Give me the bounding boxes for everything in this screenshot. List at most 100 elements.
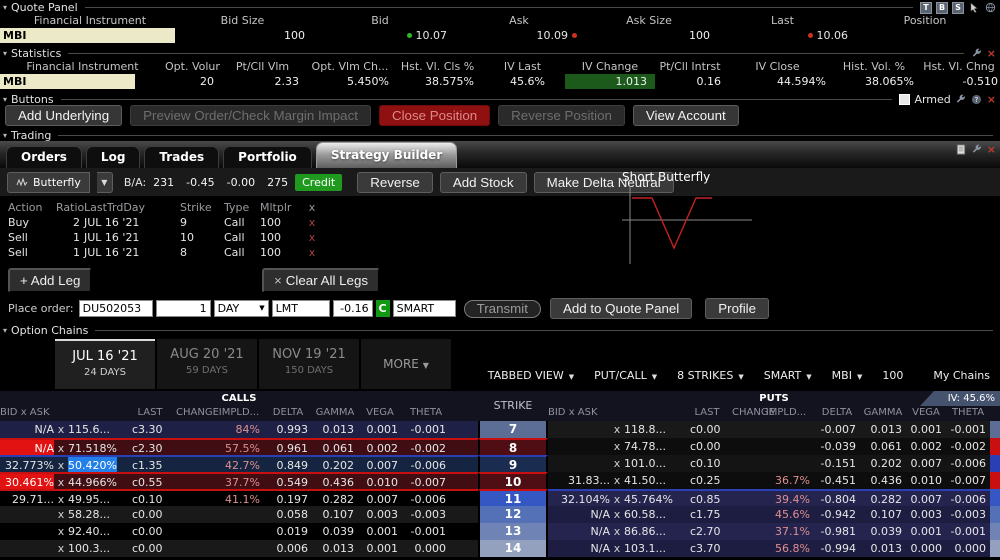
clear-all-legs-button[interactable]: ×Clear All Legs: [262, 268, 380, 293]
leg-action[interactable]: Buy: [8, 215, 56, 230]
remove-leg-icon[interactable]: x: [300, 215, 324, 230]
iv-change-value[interactable]: 1.013: [565, 74, 655, 89]
stats-tool-icon[interactable]: S: [952, 2, 964, 14]
leg-strike[interactable]: 10: [180, 230, 224, 245]
calls-bid-value[interactable]: 30.461%: [0, 474, 54, 489]
leg-mltplr[interactable]: 100: [260, 245, 300, 260]
collapse-arrow-icon[interactable]: ▾: [3, 95, 7, 104]
puts-last-value[interactable]: c0.85: [682, 491, 732, 506]
puts-last-value[interactable]: c1.75: [682, 506, 732, 523]
calls-bid-ask-cell[interactable]: x58.28...: [0, 506, 124, 523]
tab-strategy-builder[interactable]: Strategy Builder: [316, 142, 457, 168]
puts-bid-value[interactable]: [548, 455, 610, 472]
bid-value[interactable]: 10.07: [416, 29, 448, 42]
leg-lasttrdday[interactable]: JUL 16 '21: [84, 245, 180, 260]
hst-vl-cls-value[interactable]: 38.575%: [395, 75, 480, 88]
puts-last-value[interactable]: c2.70: [682, 523, 732, 540]
add-stock-button[interactable]: Add Stock: [440, 172, 527, 193]
pt-cll-intrst-value[interactable]: 0.16: [655, 75, 725, 88]
puts-bid-value[interactable]: 32.104%: [548, 491, 610, 506]
puts-ask-value[interactable]: 86.86...: [624, 523, 666, 540]
calls-ask-value[interactable]: 49.95...: [68, 491, 110, 506]
destination-field[interactable]: SMART: [393, 300, 456, 317]
remove-leg-icon[interactable]: x: [300, 230, 324, 245]
transmit-button[interactable]: Transmit: [464, 300, 541, 318]
puts-ask-value[interactable]: 118.8...: [624, 421, 666, 438]
calls-bid-value[interactable]: [0, 540, 54, 557]
puts-ask-value[interactable]: 41.50...: [624, 472, 666, 489]
leg-ratio[interactable]: 1: [56, 230, 84, 245]
close-icon[interactable]: ×: [987, 143, 996, 156]
puts-last-value[interactable]: c0.10: [682, 455, 732, 472]
account-field[interactable]: DU502053: [79, 300, 153, 317]
calls-last-value[interactable]: c2.30: [124, 440, 176, 455]
calls-last-value[interactable]: c1.35: [124, 457, 176, 472]
view-account-button[interactable]: View Account: [633, 105, 739, 126]
puts-ask-value[interactable]: 101.0...: [624, 455, 666, 472]
bid-size-value[interactable]: 100: [180, 29, 305, 42]
leg-ratio[interactable]: 2: [56, 215, 84, 230]
expiry-tab-aug[interactable]: AUG 20 '21 59 DAYS: [157, 339, 257, 389]
leg-lasttrdday[interactable]: JUL 16 '21: [84, 215, 180, 230]
calls-last-value[interactable]: c3.30: [124, 421, 176, 438]
collapse-arrow-icon[interactable]: ▾: [3, 49, 7, 58]
calls-last-value[interactable]: c0.10: [124, 491, 176, 506]
puts-ask-value[interactable]: 74.78...: [624, 438, 666, 455]
calls-last-value[interactable]: c0.00: [124, 506, 176, 523]
wrench-icon[interactable]: [971, 143, 983, 155]
puts-bid-ask-cell[interactable]: x74.78...: [548, 438, 682, 455]
leg-ratio[interactable]: 1: [56, 245, 84, 260]
profile-button[interactable]: Profile: [705, 298, 769, 319]
puts-bid-ask-cell[interactable]: N/Ax103.1...: [548, 540, 682, 557]
view-mode-select[interactable]: TABBED VIEW▼: [488, 369, 574, 382]
strikes-select[interactable]: 8 STRIKES▼: [677, 369, 744, 382]
calls-ask-value[interactable]: 92.40...: [68, 523, 110, 540]
hist-vol-value[interactable]: 38.065%: [830, 75, 918, 88]
calls-last-value[interactable]: c0.00: [124, 523, 176, 540]
puts-bid-ask-cell[interactable]: 32.104%x45.764%: [548, 491, 682, 506]
leg-mltplr[interactable]: 100: [260, 215, 300, 230]
puts-bid-ask-cell[interactable]: x118.8...: [548, 421, 682, 438]
iv-close-value[interactable]: 44.594%: [725, 75, 830, 88]
puts-bid-ask-cell[interactable]: x101.0...: [548, 455, 682, 472]
calls-bid-ask-cell[interactable]: N/Ax115.6...: [0, 421, 124, 438]
calls-bid-ask-cell[interactable]: x92.40...: [0, 523, 124, 540]
calls-bid-value[interactable]: 29.71...: [0, 491, 54, 506]
quantity-field[interactable]: 1: [156, 300, 211, 317]
calls-ask-value[interactable]: 100.3...: [68, 540, 110, 557]
calls-ask-value[interactable]: 44.966%: [68, 474, 117, 489]
book-tool-icon[interactable]: B: [936, 2, 948, 14]
calls-bid-value[interactable]: N/A: [0, 421, 54, 438]
ask-size-value[interactable]: 100: [583, 29, 715, 42]
reverse-button[interactable]: Reverse: [357, 172, 433, 193]
tab-portfolio[interactable]: Portfolio: [223, 146, 312, 168]
calls-last-value[interactable]: c0.55: [124, 474, 176, 489]
puts-bid-value[interactable]: [548, 438, 610, 455]
symbol-field[interactable]: MBI: [0, 74, 135, 89]
puts-bid-value[interactable]: N/A: [548, 540, 610, 557]
puts-last-value[interactable]: c0.25: [682, 472, 732, 489]
armed-checkbox[interactable]: [899, 94, 910, 105]
calls-ask-value[interactable]: 50.420%: [68, 457, 117, 472]
last-value[interactable]: 10.06: [817, 29, 849, 42]
leg-type[interactable]: Call: [224, 215, 260, 230]
puts-bid-ask-cell[interactable]: N/Ax86.86...: [548, 523, 682, 540]
add-to-quote-panel-button[interactable]: Add to Quote Panel: [550, 298, 692, 319]
puts-bid-ask-cell[interactable]: N/Ax60.58...: [548, 506, 682, 523]
more-expiries-button[interactable]: MORE ▼: [361, 339, 451, 389]
pointer-icon[interactable]: [968, 2, 980, 14]
puts-bid-value[interactable]: N/A: [548, 506, 610, 523]
calls-bid-ask-cell[interactable]: 32.773%x50.420%: [0, 457, 124, 472]
put-call-select[interactable]: PUT/CALL▼: [594, 369, 657, 382]
tab-orders[interactable]: Orders: [6, 146, 82, 168]
strategy-selector[interactable]: Butterfly: [7, 172, 90, 193]
hst-vl-chng-value[interactable]: -0.510: [918, 75, 1000, 88]
leg-action[interactable]: Sell: [8, 230, 56, 245]
calls-bid-value[interactable]: [0, 506, 54, 523]
calls-bid-ask-cell[interactable]: 29.71...x49.95...: [0, 491, 124, 506]
puts-bid-value[interactable]: N/A: [548, 523, 610, 540]
puts-ask-value[interactable]: 60.58...: [624, 506, 666, 523]
puts-ask-value[interactable]: 103.1...: [624, 540, 666, 557]
puts-bid-value[interactable]: 31.83...: [548, 472, 610, 489]
close-position-button[interactable]: Close Position: [379, 105, 490, 126]
